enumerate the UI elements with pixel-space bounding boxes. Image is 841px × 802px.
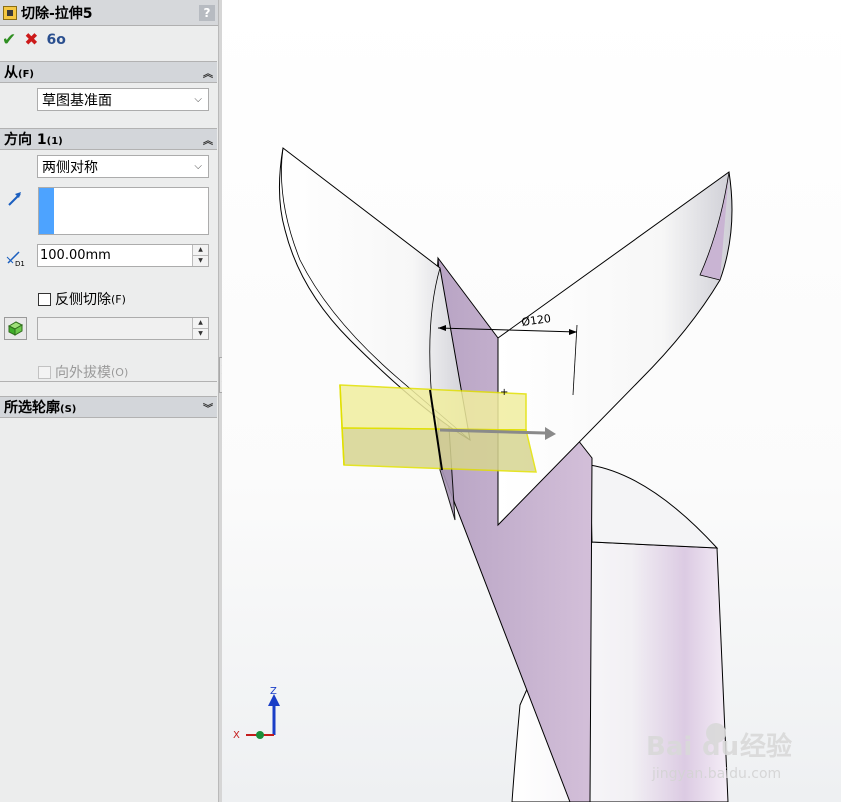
direction-arrow-icon[interactable]: [7, 191, 23, 207]
spin-down-icon: ▼: [192, 329, 208, 339]
chevron-down-icon: ⌵: [194, 94, 202, 105]
baidu-watermark: Bai du 经验 jingyan.baidu.com: [646, 723, 792, 782]
watermark-url: jingyan.baidu.com: [651, 766, 781, 782]
flip-side-label: 反侧切除: [55, 292, 111, 308]
depth-spinner[interactable]: ▲ ▼: [192, 245, 208, 266]
draft-outward-checkbox: 向外拔模 (O): [38, 362, 128, 382]
group-from-header[interactable]: 从(F) ︽: [0, 61, 217, 83]
depth-dimension-icon: D1: [6, 251, 25, 267]
group-contours-title: 所选轮廓: [4, 400, 60, 416]
group-contours-shortcut: (S): [60, 404, 77, 415]
depth-icon-label: D1: [15, 260, 25, 267]
cut-preview-box[interactable]: +: [339, 384, 556, 473]
checkbox-box[interactable]: [38, 292, 51, 306]
collapse-chevron-icon[interactable]: ︽: [203, 65, 213, 80]
end-condition-value: 两侧对称: [42, 159, 98, 176]
group-direction1-title: 方向 1: [4, 132, 47, 148]
triad-z-label: Z: [270, 686, 277, 697]
cancel-x-icon[interactable]: ✖: [24, 30, 38, 50]
group-direction1-header[interactable]: 方向 1(1) ︽: [0, 128, 217, 150]
flip-side-to-cut-checkbox[interactable]: 反侧切除 (F): [38, 289, 126, 309]
origin-cross-icon: +: [500, 387, 508, 398]
selection-focus-bar: [39, 188, 54, 234]
draft-angle-input: ▲ ▼: [37, 317, 209, 340]
group-from-title: 从: [4, 65, 18, 81]
collapse-chevron-icon[interactable]: ︽: [203, 132, 213, 147]
graphics-viewport[interactable]: Ø120 + Z X Bai du 经验 jingyan.baidu.com: [222, 0, 841, 802]
model-view[interactable]: Ø120 + Z X Bai du 经验 jingyan.baidu.com: [222, 0, 841, 802]
draft-spinner: ▲ ▼: [192, 318, 208, 339]
end-condition-select[interactable]: 两侧对称 ⌵: [37, 155, 209, 178]
spin-up-icon[interactable]: ▲: [192, 245, 208, 256]
spin-down-icon[interactable]: ▼: [192, 256, 208, 266]
help-button[interactable]: ?: [199, 4, 215, 21]
watermark-brand: Bai: [646, 732, 692, 762]
group-direction1-shortcut: (1): [46, 136, 63, 147]
checkbox-box: [38, 365, 51, 379]
triad-x-label: X: [233, 730, 240, 741]
watermark-brand-tail: du: [702, 732, 739, 762]
direction-selection-box[interactable]: [38, 187, 209, 235]
group-divider: [0, 381, 217, 382]
ok-check-icon[interactable]: ✔: [2, 30, 16, 50]
chevron-down-icon: ⌵: [194, 161, 202, 172]
group-from-shortcut: (F): [18, 69, 34, 80]
cut-extrude-icon: [3, 5, 17, 20]
expand-chevron-icon[interactable]: ︾: [203, 400, 213, 415]
draft-outward-shortcut: (O): [111, 365, 129, 379]
depth-value: 100.00mm: [40, 248, 111, 263]
view-triad[interactable]: Z X: [233, 686, 280, 741]
panel-titlebar: 切除-拉伸5 ?: [0, 0, 218, 26]
start-condition-value: 草图基准面: [42, 92, 112, 109]
property-manager-panel: 切除-拉伸5 ? ✔ ✖ 6o 从(F) ︽ 草图基准面 ⌵ 方向 1(1) ︽…: [0, 0, 219, 802]
spin-up-icon: ▲: [192, 318, 208, 329]
draft-toggle-button[interactable]: [4, 317, 27, 340]
depth-input[interactable]: 100.00mm ▲ ▼: [37, 244, 209, 267]
start-condition-select[interactable]: 草图基准面 ⌵: [37, 88, 209, 111]
draft-outward-label: 向外拔模: [55, 365, 111, 381]
group-contours-header[interactable]: 所选轮廓(S) ︾: [0, 396, 217, 418]
action-bar: ✔ ✖ 6o: [0, 26, 218, 54]
flip-side-shortcut: (F): [111, 292, 126, 306]
watermark-brand-cn: 经验: [740, 731, 792, 762]
feature-title: 切除-拉伸5: [21, 5, 93, 22]
draft-icon: [7, 321, 24, 336]
detailed-preview-icon[interactable]: 6o: [47, 30, 66, 50]
